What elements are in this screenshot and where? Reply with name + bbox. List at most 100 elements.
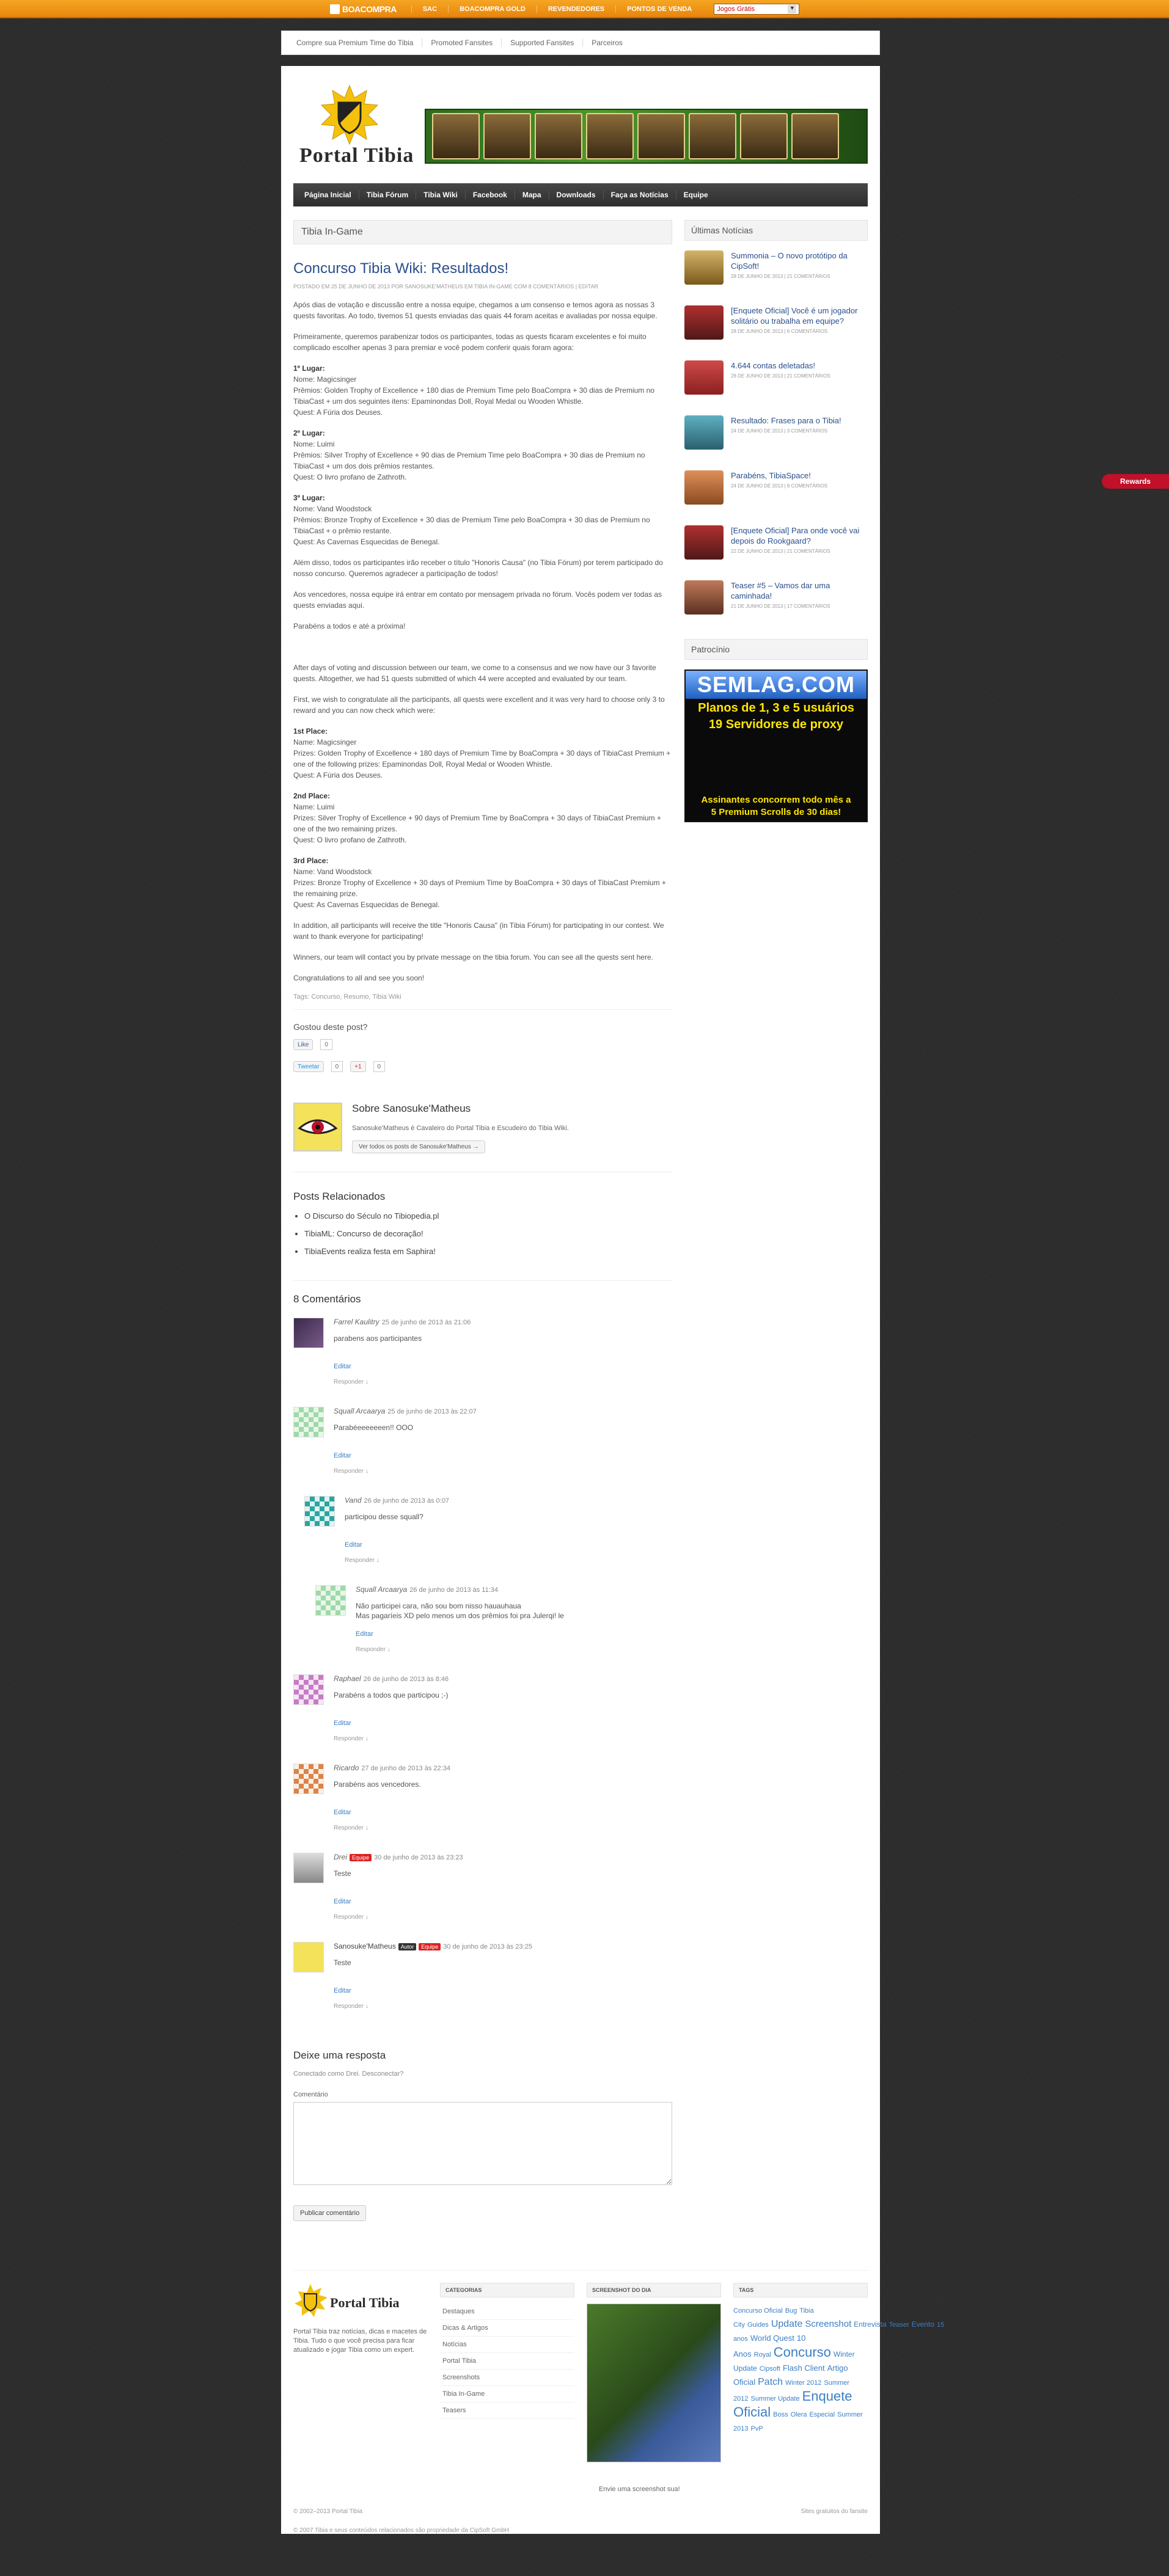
nav-downloads[interactable]: Downloads [549, 191, 604, 199]
footer-category[interactable]: Destaques [440, 2304, 574, 2320]
top-link-gold[interactable]: BOACOMPRA GOLD [448, 5, 537, 13]
comment-author[interactable]: Drei [334, 1853, 347, 1861]
comment-edit-link[interactable]: Editar [334, 1720, 351, 1727]
news-item[interactable]: 4.644 contas deletadas! 28 DE JUNHO DE 20… [684, 360, 868, 415]
game-banner[interactable] [425, 109, 868, 164]
comment-date[interactable]: 30 de junho de 2013 às 23:25 [443, 1943, 532, 1950]
comment-author[interactable]: Farrel Kaulitry [334, 1318, 379, 1326]
comment-author[interactable]: Sanosuke'Matheus [334, 1942, 396, 1950]
comment-date[interactable]: 26 de junho de 2013 às 0:07 [364, 1497, 449, 1505]
sponsor-ad[interactable]: SEMLAG.COM Planos de 1, 3 e 5 usuários 1… [684, 670, 868, 822]
comment-text: Parabéns aos vencedores. [334, 1780, 421, 1789]
comment-edit-link[interactable]: Editar [356, 1630, 373, 1638]
en-honor: In addition, all participants will recei… [293, 921, 664, 941]
nav-mapa[interactable]: Mapa [515, 191, 549, 199]
send-screenshot-link[interactable]: Envie uma screenshot sua! [599, 2486, 680, 2493]
nav-home[interactable]: Página Inicial [297, 191, 359, 199]
banner-card [791, 113, 839, 159]
main-content: Tibia In-Game Concurso Tibia Wiki: Resul… [293, 220, 672, 2221]
post-tags[interactable]: Tags: Concurso, Resumo, Tibia Wiki [293, 993, 672, 1010]
nav-noticias[interactable]: Faça as Notícias [604, 191, 676, 199]
comment-date[interactable]: 30 de junho de 2013 às 23:23 [374, 1854, 463, 1861]
footer-category[interactable]: Teasers [440, 2403, 574, 2419]
comment-edit-link[interactable]: Editar [345, 1541, 362, 1549]
screenshot-of-day[interactable] [587, 2304, 721, 2462]
comment-edit-link[interactable]: Editar [334, 1363, 351, 1370]
comment-edit-link[interactable]: Editar [334, 1809, 351, 1816]
comment-date[interactable]: 27 de junho de 2013 às 22:34 [361, 1765, 450, 1772]
top-link-sac[interactable]: SAC [411, 5, 448, 13]
nav-facebook[interactable]: Facebook [466, 191, 515, 199]
en-first-place: 1st Place: Name: Magicsinger Prizes: Gol… [293, 727, 671, 779]
news-item[interactable]: Parabéns, TibiaSpace! 24 DE JUNHO DE 2013… [684, 470, 868, 525]
pt-second-place: 2º Lugar: Nome: Luimi Prêmios: Silver Tr… [293, 429, 645, 481]
comment-text: Parabéns a todos que participou ;-) [334, 1691, 449, 1699]
news-item[interactable]: [Enquete Oficial] Para onde você vai dep… [684, 525, 868, 580]
comment-edit-link[interactable]: Editar [334, 1898, 351, 1905]
comment-date[interactable]: 26 de junho de 2013 às 11:34 [409, 1586, 498, 1594]
news-item[interactable]: [Enquete Oficial] Você é um jogador soli… [684, 305, 868, 360]
comment-reply-link[interactable]: Responder ↓ [334, 1914, 368, 1921]
subnav-premium[interactable]: Compre sua Premium Time do Tibia [288, 38, 423, 47]
news-item[interactable]: Teaser #5 – Vamos dar uma caminhada! 21 D… [684, 580, 868, 635]
pt-first-place: 1º Lugar: Nome: Magicsinger Prêmios: Gol… [293, 364, 654, 417]
news-item[interactable]: Resultado: Frases para o Tibia! 24 DE JUN… [684, 415, 868, 470]
sun-shield-logo-icon[interactable] [319, 84, 380, 145]
subnav-supported[interactable]: Supported Fansites [502, 38, 584, 47]
logged-in-as[interactable]: Conectado como Drei. Desconectar? [293, 2070, 672, 2078]
related-item[interactable]: O Discurso do Século no Tibiopedia.pl [304, 1211, 672, 1220]
comment-reply-link[interactable]: Responder ↓ [334, 1379, 368, 1385]
rewards-button[interactable]: Rewards [1102, 474, 1169, 489]
comment-reply-link[interactable]: Responder ↓ [334, 2003, 368, 2010]
nav-equipe[interactable]: Equipe [676, 191, 716, 199]
subnav-parceiros[interactable]: Parceiros [583, 38, 631, 47]
games-select[interactable]: Jogos Grátis ▼ [714, 4, 800, 15]
footer-about: Portal Tibia Portal Tibia traz notícias,… [293, 2283, 428, 2355]
post-meta: POSTADO EM 25 DE JUNHO DE 2013 POR SANOS… [293, 283, 598, 290]
footer-logo-icon[interactable]: Portal Tibia [293, 2283, 403, 2319]
top-link-pontos[interactable]: PONTOS DE VENDA [615, 5, 703, 13]
comment-reply-link[interactable]: Responder ↓ [334, 1468, 368, 1475]
facebook-like-button[interactable]: Like [293, 1039, 313, 1050]
footer-category[interactable]: Dicas & Artigos [440, 2320, 574, 2337]
comment-edit-link[interactable]: Editar [334, 1987, 351, 1994]
comment-reply-link[interactable]: Responder ↓ [345, 1557, 379, 1564]
site-logo-text[interactable]: Portal Tibia [299, 144, 414, 167]
related-item[interactable]: TibiaML: Concurso de decoração! [304, 1229, 672, 1238]
comment-date[interactable]: 25 de junho de 2013 às 21:06 [382, 1319, 471, 1326]
comment-textarea[interactable] [293, 2102, 672, 2185]
comment: Ricardo 27 de junho de 2013 às 22:34 Para… [293, 1764, 672, 1853]
comment-author[interactable]: Ricardo [334, 1764, 359, 1772]
footer-category[interactable]: Notícias [440, 2337, 574, 2353]
submit-comment-button[interactable]: Publicar comentário [293, 2205, 367, 2221]
news-item[interactable]: Summonia – O novo protótipo da CipSoft! 2… [684, 250, 868, 305]
footer-category[interactable]: Screenshots [440, 2370, 574, 2386]
footer-right-link[interactable]: Sites gratuitos do fansite [801, 2508, 868, 2515]
plus-count: 0 [373, 1061, 386, 1072]
avatar [293, 1318, 324, 1348]
comment-date[interactable]: 25 de junho de 2013 às 22:07 [387, 1408, 477, 1415]
comment-author[interactable]: Raphael [334, 1674, 361, 1683]
comment-author[interactable]: Squall Arcaarya [334, 1407, 385, 1415]
comment-date[interactable]: 26 de junho de 2013 às 8:46 [364, 1676, 449, 1683]
google-plus-button[interactable]: +1 [350, 1061, 366, 1072]
comment-author[interactable]: Vand [345, 1496, 362, 1505]
footer-category[interactable]: Portal Tibia [440, 2353, 574, 2370]
nav-forum[interactable]: Tibia Fórum [359, 191, 417, 199]
comment-text: Mas pagaríeis XD pelo menos um dos prêmi… [356, 1611, 564, 1620]
related-item[interactable]: TibiaEvents realiza festa em Saphira! [304, 1247, 672, 1256]
comment-reply-link[interactable]: Responder ↓ [334, 1735, 368, 1742]
post-title[interactable]: Concurso Tibia Wiki: Resultados! [293, 260, 672, 277]
comment-edit-link[interactable]: Editar [334, 1452, 351, 1459]
author-title: Sobre Sanosuke'Matheus [352, 1103, 471, 1114]
author-posts-button[interactable]: Ver todos os posts de Sanosuke'Matheus → [352, 1140, 486, 1153]
footer-category[interactable]: Tibia In-Game [440, 2386, 574, 2403]
boacompra-logo[interactable]: BOACOMPRA [330, 4, 397, 14]
subnav-promoted[interactable]: Promoted Fansites [422, 38, 502, 47]
comment-reply-link[interactable]: Responder ↓ [334, 1825, 368, 1831]
top-link-revendedores[interactable]: REVENDEDORES [536, 5, 615, 13]
tweet-button[interactable]: Tweetar [293, 1061, 324, 1072]
comment-reply-link[interactable]: Responder ↓ [356, 1646, 390, 1653]
nav-wiki[interactable]: Tibia Wiki [416, 191, 466, 199]
comment-author[interactable]: Squall Arcaarya [356, 1585, 407, 1594]
